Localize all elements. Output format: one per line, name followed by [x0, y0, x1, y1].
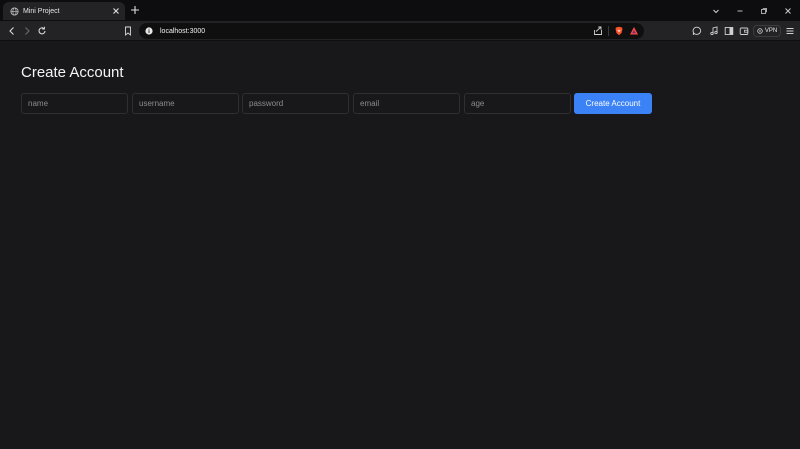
tab-strip: Mini Project	[0, 0, 800, 21]
close-icon[interactable]	[112, 7, 120, 15]
sidebar-icon[interactable]	[724, 26, 734, 36]
plus-icon[interactable]	[130, 5, 140, 15]
vpn-button[interactable]: VPN	[753, 25, 781, 37]
bookmark-icon[interactable]	[123, 26, 133, 36]
page-title: Create Account	[21, 64, 124, 81]
menu-icon[interactable]	[785, 26, 795, 36]
rewards-icon[interactable]	[629, 26, 639, 36]
email-input[interactable]	[353, 93, 460, 114]
vpn-icon	[757, 28, 763, 34]
forward-icon[interactable]	[22, 26, 32, 36]
minimize-icon[interactable]	[728, 0, 752, 21]
back-icon[interactable]	[7, 26, 17, 36]
create-account-button[interactable]: Create Account	[574, 93, 652, 114]
wallet-icon[interactable]	[739, 26, 749, 36]
address-bar[interactable]: localhost:3000	[139, 23, 644, 39]
age-input[interactable]	[464, 93, 571, 114]
chat-icon[interactable]	[692, 26, 702, 36]
tab-mini-project[interactable]: Mini Project	[3, 2, 125, 20]
page-content: Create Account Create Account	[0, 42, 800, 449]
music-icon[interactable]	[709, 26, 719, 36]
info-icon[interactable]	[145, 27, 153, 35]
address-bar-divider	[608, 26, 609, 36]
vpn-label: VPN	[764, 28, 778, 34]
url-text: localhost:3000	[160, 27, 206, 35]
window-close-icon[interactable]	[776, 0, 800, 21]
tab-title: Mini Project	[23, 7, 60, 15]
restore-icon[interactable]	[752, 0, 776, 21]
reload-icon[interactable]	[37, 26, 47, 36]
share-icon[interactable]	[593, 26, 603, 36]
username-input[interactable]	[132, 93, 239, 114]
name-input[interactable]	[21, 93, 128, 114]
chevron-down-icon[interactable]	[704, 0, 728, 21]
window-controls	[704, 0, 800, 21]
brave-shields-icon[interactable]	[614, 26, 624, 36]
browser-toolbar: localhost:3000 VPN	[0, 21, 800, 41]
globe-icon	[10, 6, 19, 16]
password-input[interactable]	[242, 93, 349, 114]
